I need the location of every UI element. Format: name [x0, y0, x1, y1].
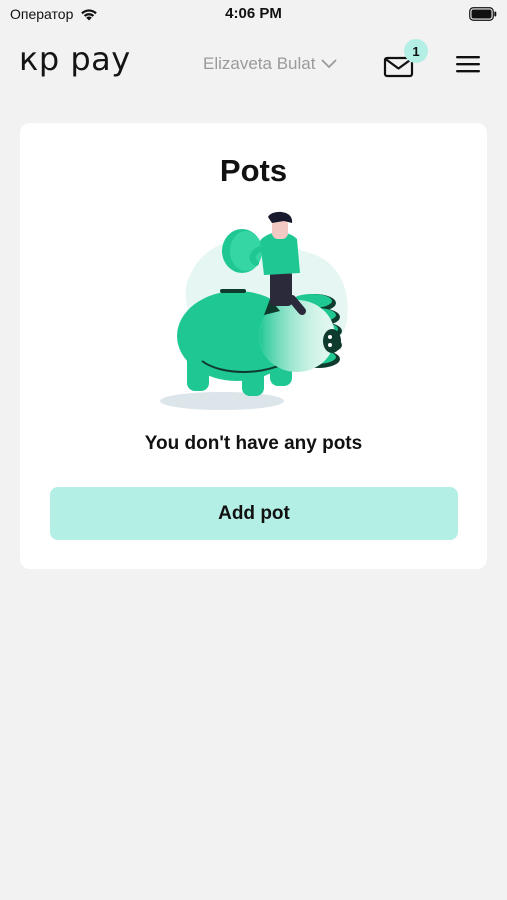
empty-state-message: You don't have any pots — [144, 433, 363, 454]
battery-icon — [469, 7, 497, 21]
account-name: Elizaveta Bulat — [203, 54, 316, 73]
unread-badge: 1 — [404, 39, 428, 63]
piggy-bank-illustration — [160, 211, 348, 410]
status-time: 4:06 PM — [225, 5, 282, 22]
kp-pay-logo: кр рау — [19, 40, 131, 78]
app-header: кр рау Elizaveta Bulat 1 — [0, 30, 507, 96]
account-switcher[interactable]: Elizaveta Bulat — [203, 54, 337, 74]
pots-card: Pots You don't have any pots Add pot — [20, 123, 487, 569]
pots-title: Pots — [219, 153, 288, 188]
chevron-down-icon — [322, 59, 337, 68]
status-bar: Оператор 4:06 PM — [0, 0, 507, 30]
hamburger-menu-icon[interactable] — [456, 54, 480, 74]
add-pot-button[interactable]: Add pot — [50, 487, 458, 540]
